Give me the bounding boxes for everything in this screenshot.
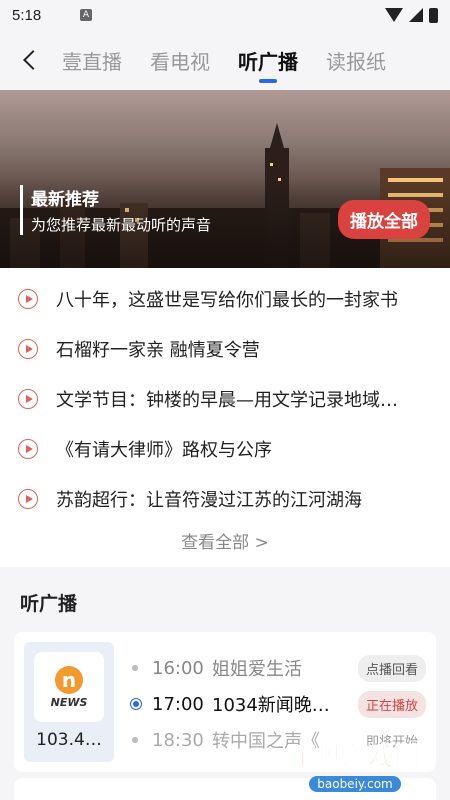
play-icon — [18, 489, 38, 509]
list-item-title: 石榴籽一家亲 融情夏令营 — [56, 340, 260, 361]
station-logo: n NEWS — [34, 652, 104, 722]
play-icon — [18, 439, 38, 459]
list-item-title: 《有请大律师》路权与公序 — [56, 440, 272, 461]
station-logo-box[interactable]: n NEWS 103.4… — [24, 642, 114, 762]
list-item[interactable]: 《有请大律师》路权与公序 — [0, 424, 450, 474]
back-arrow-icon[interactable] — [23, 50, 43, 70]
news-logo-icon: n — [55, 665, 83, 694]
watermark-logo: 宝贝游戏网 baobeiy.com — [289, 736, 421, 792]
status-time: 5:18 — [12, 6, 42, 24]
tab-tv[interactable]: 看电视 — [150, 46, 210, 75]
top-nav: 壹直播 看电视 听广播 读报纸 — [0, 30, 450, 90]
play-icon — [18, 289, 38, 309]
replay-button[interactable]: 点播回看 — [357, 654, 426, 682]
program-name: 1034新闻晚… — [212, 695, 330, 716]
list-item-title: 苏韵超行：让音符漫过江苏的江河湖海 — [56, 490, 362, 511]
section-title: 听广播 — [20, 593, 78, 615]
recommend-list: 八十年，这盛世是写给你们最长的一封家书 石榴籽一家亲 融情夏令营 文学节目：钟楼… — [0, 268, 450, 567]
bullet-dot-icon — [132, 737, 138, 743]
program-name: 姐姐爱生活 — [212, 659, 302, 680]
list-item[interactable]: 文学节目：钟楼的早晨—用文学记录地域… — [0, 374, 450, 424]
list-item[interactable]: 八十年，这盛世是写给你们最长的一封家书 — [0, 274, 450, 324]
banner-text: 最新推荐 为您推荐最新最动听的声音 — [20, 185, 211, 235]
station-frequency: 103.4… — [36, 730, 102, 750]
play-all-button[interactable]: 播放全部 — [338, 200, 430, 239]
now-playing-badge[interactable]: 正在播放 — [357, 690, 426, 718]
banner-title: 最新推荐 — [31, 190, 99, 210]
schedule-row[interactable]: 17:00 1034新闻晚… 正在播放 — [130, 686, 426, 722]
status-bar: 5:18 A — [0, 0, 450, 30]
view-all-link[interactable]: 查看全部 > — [0, 528, 450, 553]
notification-icon: A — [80, 9, 92, 21]
program-time: 16:00 — [152, 657, 204, 679]
tab-newspaper[interactable]: 读报纸 — [326, 46, 386, 75]
schedule-row[interactable]: 16:00 姐姐爱生活 点播回看 — [130, 650, 426, 686]
tab-live[interactable]: 壹直播 — [62, 46, 122, 75]
current-indicator-icon — [130, 698, 142, 710]
battery-icon — [429, 7, 438, 23]
list-item-title: 八十年，这盛世是写给你们最长的一封家书 — [56, 290, 398, 311]
watermark-title: 宝贝游戏网 — [289, 742, 420, 773]
play-icon — [18, 389, 38, 409]
recommend-banner[interactable]: 最新推荐 为您推荐最新最动听的声音 播放全部 — [0, 90, 450, 268]
list-item[interactable]: 石榴籽一家亲 融情夏令营 — [0, 324, 450, 374]
play-icon — [18, 339, 38, 359]
list-item[interactable]: 苏韵超行：让音符漫过江苏的江河湖海 — [0, 474, 450, 524]
banner-subtitle: 为您推荐最新最动听的声音 — [31, 216, 212, 234]
program-time: 17:00 — [152, 693, 204, 715]
watermark-url: baobeiy.com — [309, 776, 401, 792]
signal-icon — [409, 8, 423, 22]
wifi-icon — [385, 8, 403, 22]
list-item-title: 文学节目：钟楼的早晨—用文学记录地域… — [56, 390, 398, 411]
bullet-dot-icon — [132, 665, 138, 671]
program-time: 18:30 — [152, 729, 204, 751]
tab-radio[interactable]: 听广播 — [238, 46, 298, 83]
logo-text: NEWS — [50, 695, 88, 709]
